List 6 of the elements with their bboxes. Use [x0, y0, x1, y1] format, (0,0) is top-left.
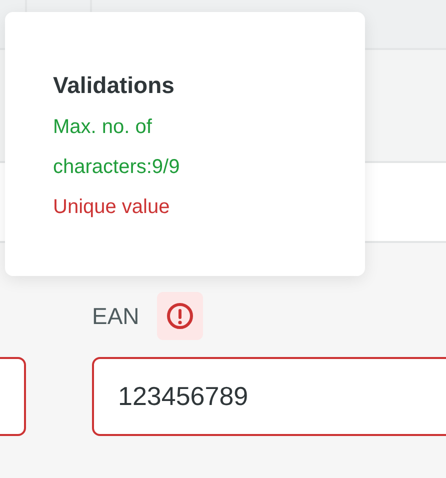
validation-rule: Max. no. of characters:9/9	[53, 114, 181, 180]
popover-title: Validations	[53, 71, 176, 100]
error-icon[interactable]	[157, 292, 204, 340]
field-label: EAN	[92, 302, 140, 331]
input-field[interactable]: 123456789	[92, 357, 446, 436]
validation-rule: Unique value	[53, 194, 171, 220]
